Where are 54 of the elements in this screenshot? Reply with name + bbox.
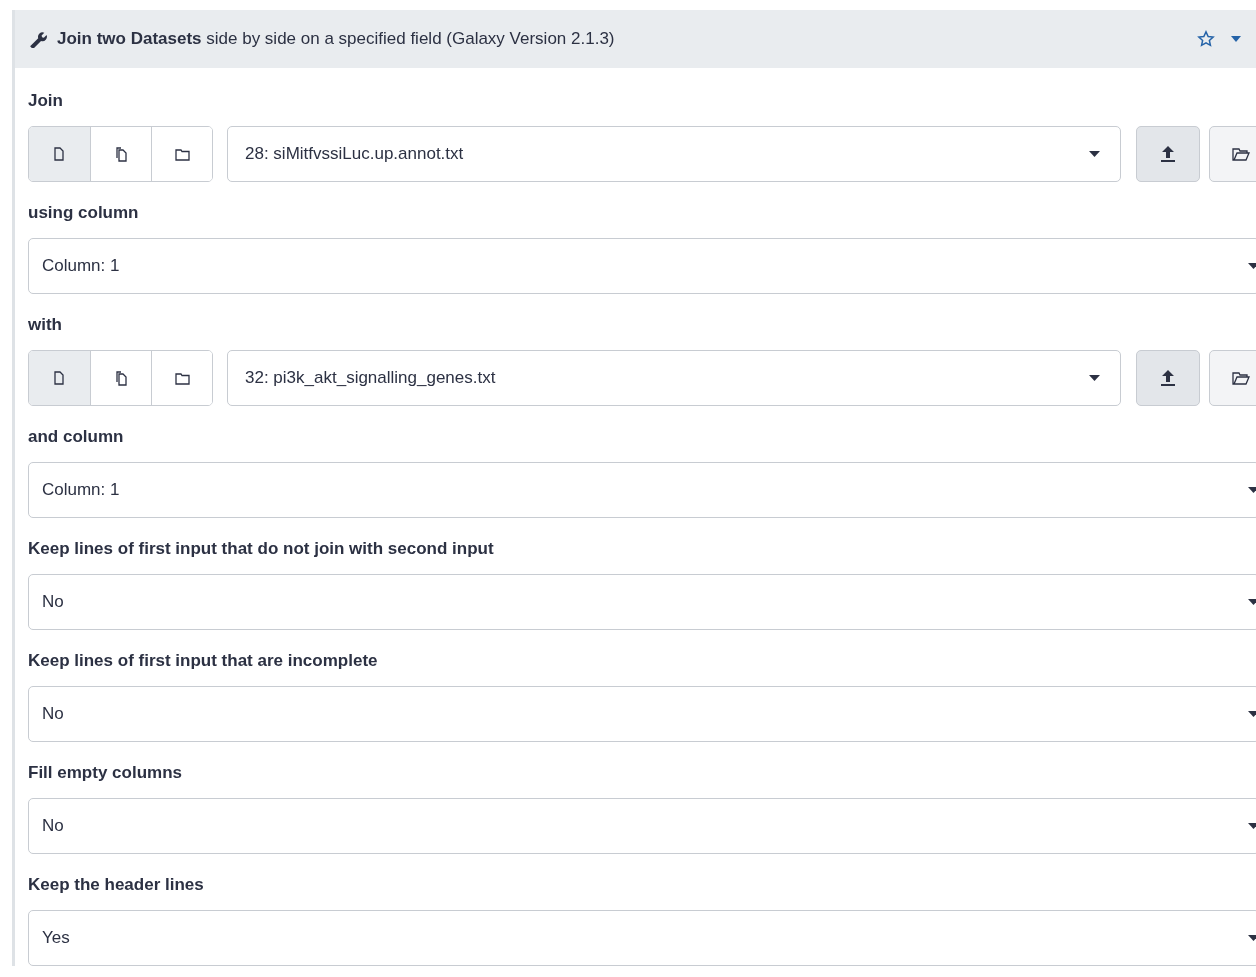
field-label: and column <box>28 426 124 448</box>
upload-button[interactable] <box>1136 126 1200 182</box>
dataset-select[interactable]: 32: pi3k_akt_signalling_genes.txt <box>227 350 1121 406</box>
field-label: Fill empty columns <box>28 762 182 784</box>
mode-button[interactable] <box>151 127 212 181</box>
select-value: 28: siMitfvssiLuc.up.annot.txt <box>245 143 465 166</box>
select-field[interactable]: Column: 1 <box>28 238 1256 294</box>
browse-button[interactable] <box>1209 126 1256 182</box>
field-label: Join <box>28 90 63 112</box>
file-icon <box>52 370 67 386</box>
star-icon[interactable] <box>1197 30 1215 48</box>
field-label: with <box>28 314 62 336</box>
caret-icon <box>1089 151 1100 157</box>
caret-icon <box>1248 935 1256 941</box>
mode-button[interactable] <box>29 351 90 405</box>
browse-button[interactable] <box>1209 350 1256 406</box>
caret-icon <box>1248 487 1256 493</box>
select-value: 32: pi3k_akt_signalling_genes.txt <box>245 367 497 390</box>
select-field[interactable]: No <box>28 574 1256 630</box>
folder-icon <box>1232 146 1250 162</box>
folder-icon <box>174 146 190 162</box>
files-icon <box>113 370 129 386</box>
tool-title: Join two Datasets side by side on a specified field (Galaxy Version 2.1.3) <box>57 28 615 51</box>
select-value: Column: 1 <box>42 255 121 278</box>
dataset-select[interactable]: 28: siMitfvssiLuc.up.annot.txt <box>227 126 1121 182</box>
caret-icon <box>1248 823 1256 829</box>
mode-button[interactable] <box>151 351 212 405</box>
upload-icon <box>1159 145 1177 163</box>
field-label: Keep lines of first input that are incomplete <box>28 650 378 672</box>
select-value: No <box>42 703 65 726</box>
select-field[interactable]: No <box>28 798 1256 854</box>
select-value: Column: 1 <box>42 479 121 502</box>
upload-icon <box>1159 369 1177 387</box>
folder-icon <box>1232 370 1250 386</box>
select-field[interactable]: Yes <box>28 910 1256 966</box>
select-field[interactable]: Column: 1 <box>28 462 1256 518</box>
mode-button[interactable] <box>29 127 90 181</box>
upload-button[interactable] <box>1136 350 1200 406</box>
folder-icon <box>174 370 190 386</box>
select-value: Yes <box>42 927 71 950</box>
caret-icon <box>1089 375 1100 381</box>
files-icon <box>113 146 129 162</box>
field-label: using column <box>28 202 139 224</box>
caret-icon[interactable] <box>1231 36 1241 42</box>
wrench-icon <box>29 30 47 48</box>
field-label: Keep lines of first input that do not join with second input <box>28 538 494 560</box>
caret-icon <box>1248 263 1256 269</box>
select-value: No <box>42 591 65 614</box>
select-value: No <box>42 815 65 838</box>
caret-icon <box>1248 711 1256 717</box>
file-icon <box>52 146 67 162</box>
select-field[interactable]: No <box>28 686 1256 742</box>
field-label: Keep the header lines <box>28 874 204 896</box>
caret-icon <box>1248 599 1256 605</box>
